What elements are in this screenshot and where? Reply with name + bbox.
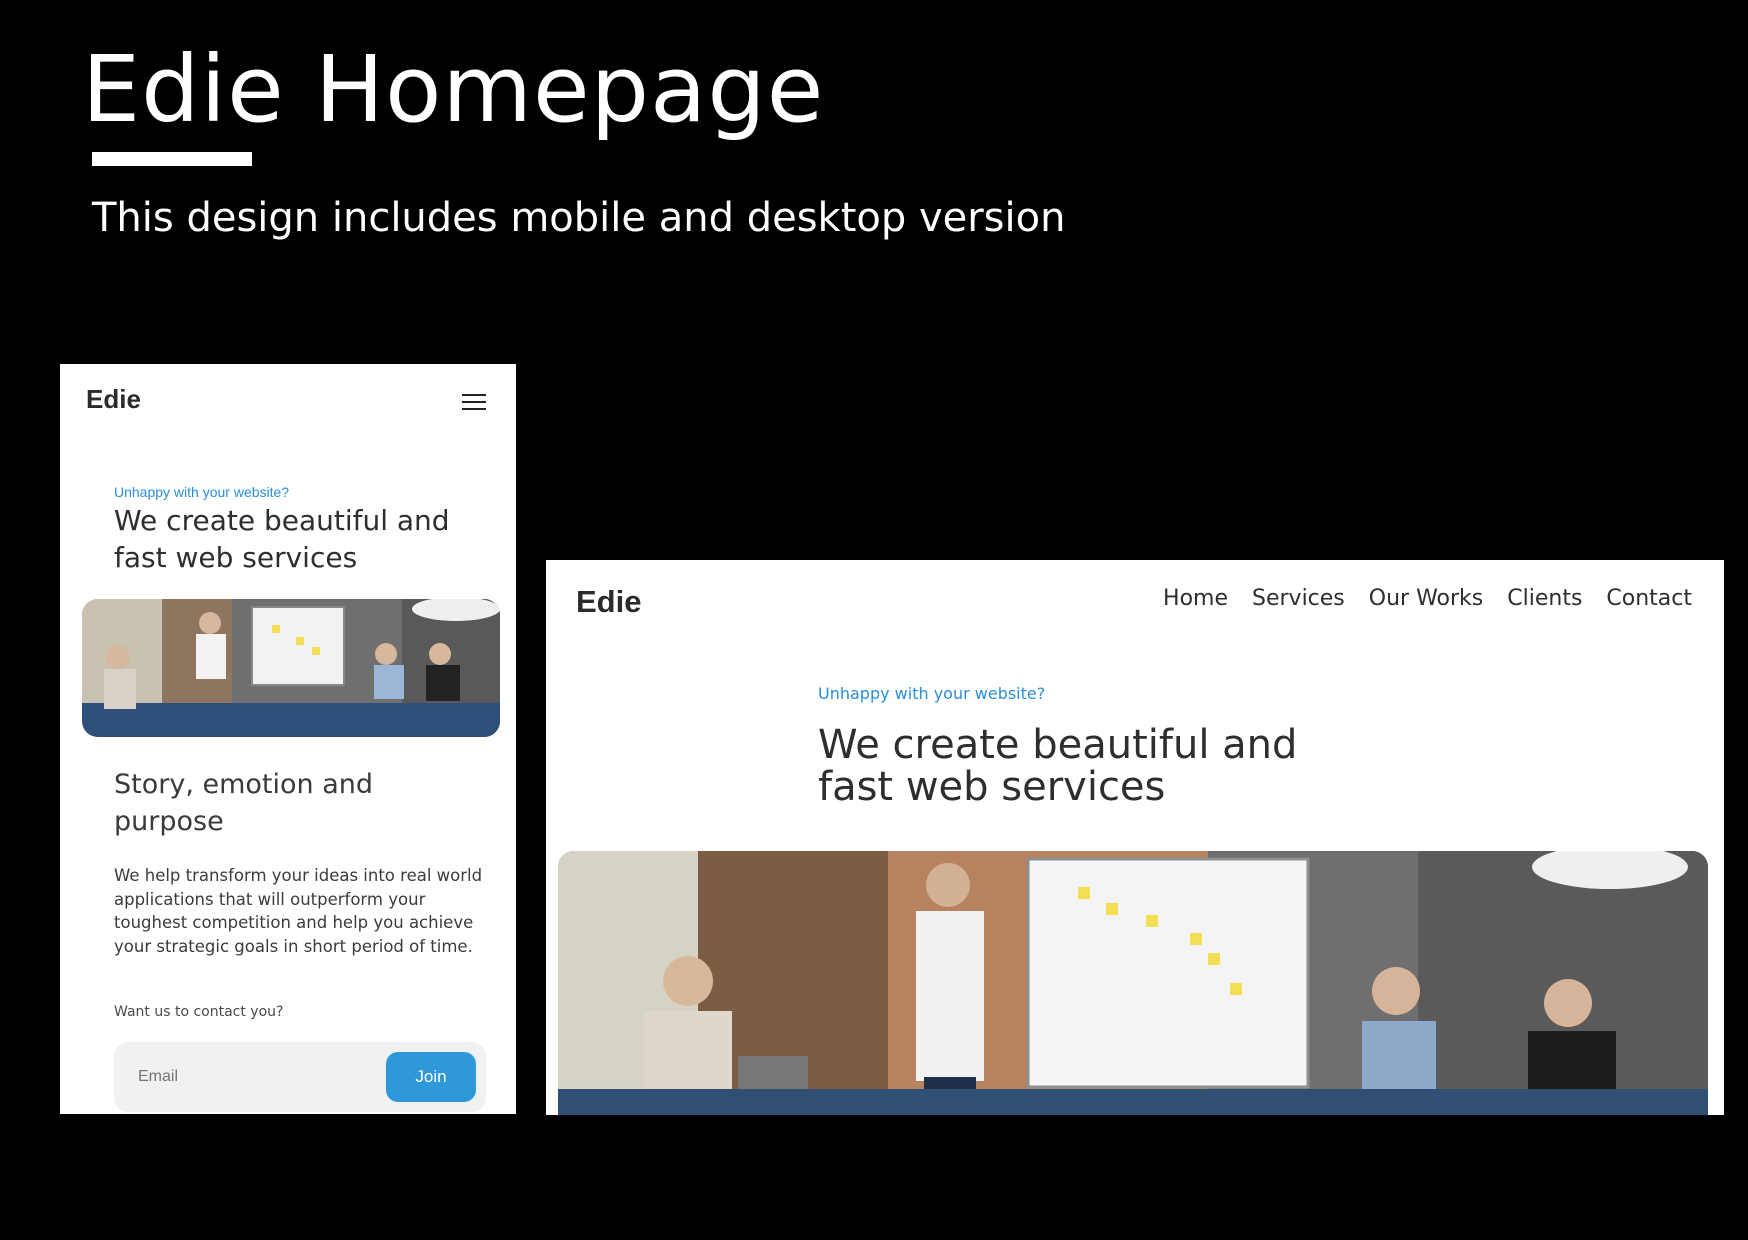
nav-services[interactable]: Services <box>1252 586 1345 611</box>
mobile-eyebrow: Unhappy with your website? <box>114 484 290 500</box>
desktop-eyebrow: Unhappy with your website? <box>818 684 1046 703</box>
mobile-body-text: We help transform your ideas into real w… <box>114 866 483 956</box>
mobile-contact-prompt: Want us to contact you? <box>114 1004 284 1020</box>
page-title: Edie Homepage <box>82 36 825 143</box>
nav-home[interactable]: Home <box>1163 586 1228 611</box>
title-underline <box>92 152 252 166</box>
mobile-section-title: Story, emotion and purpose <box>114 769 374 837</box>
mobile-contact-form: Join <box>114 1042 486 1112</box>
nav-contact[interactable]: Contact <box>1606 586 1692 611</box>
page-subtitle: This design includes mobile and desktop … <box>92 195 1066 241</box>
nav-clients[interactable]: Clients <box>1507 586 1582 611</box>
mobile-hero-image <box>82 599 500 737</box>
team-meeting-whiteboard-photo <box>82 599 500 737</box>
mobile-logo[interactable]: Edie <box>86 384 141 415</box>
team-meeting-whiteboard-photo <box>558 851 1708 1115</box>
nav-our-works[interactable]: Our Works <box>1369 586 1483 611</box>
hamburger-menu-icon[interactable] <box>462 394 486 414</box>
join-button[interactable]: Join <box>386 1052 476 1102</box>
desktop-logo[interactable]: Edie <box>576 584 641 620</box>
mobile-headline: We create beautiful and fast web service… <box>114 504 450 574</box>
desktop-nav: Home Services Our Works Clients Contact <box>1163 586 1692 611</box>
desktop-hero-image <box>558 851 1708 1115</box>
desktop-frame: Edie Home Services Our Works Clients Con… <box>546 560 1724 1115</box>
email-input[interactable] <box>114 1042 374 1112</box>
mobile-frame: Edie Unhappy with your website? We creat… <box>60 364 516 1114</box>
desktop-headline: We create beautiful and fast web service… <box>818 722 1298 810</box>
